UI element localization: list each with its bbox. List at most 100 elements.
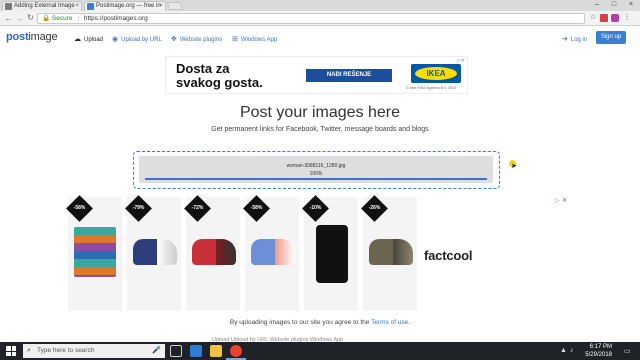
- ad-headline-line2: svakog gosta.: [176, 75, 263, 90]
- address-bar[interactable]: 🔒 Secure | https://postimages.org: [37, 13, 585, 24]
- ad-close-icon[interactable]: ✕: [562, 197, 567, 204]
- factcool-ad[interactable]: -58% -79% -72% -58% -10% -26%: [66, 195, 419, 311]
- browser-tab-strip: Adding External Image × Postimage.org — …: [0, 0, 640, 11]
- product-tile-red-sandals[interactable]: -72%: [184, 195, 242, 311]
- cloud-upload-icon: ☁: [74, 36, 81, 43]
- start-windows-icon[interactable]: [6, 346, 16, 356]
- adchoices-icon[interactable]: ▷: [555, 197, 560, 204]
- url-text: https://postimages.org: [83, 15, 148, 22]
- lock-icon: 🔒: [42, 15, 51, 22]
- back-arrow-icon[interactable]: ←: [4, 13, 13, 23]
- site-header: postimage ☁ Upload ◉ Upload by URL ✥ Websit…: [0, 27, 640, 49]
- discount-badge-text: -26%: [368, 205, 381, 211]
- close-tab-icon[interactable]: ×: [159, 2, 163, 11]
- ad-headline: Dosta za svakog gosta.: [176, 62, 263, 90]
- minimize-icon[interactable]: –: [590, 0, 604, 11]
- red-sandals-image: [192, 239, 236, 265]
- new-tab-button[interactable]: [166, 2, 184, 10]
- task-view-icon[interactable]: [170, 345, 182, 357]
- extension-icon[interactable]: [600, 14, 608, 22]
- nav-windows-app[interactable]: ⊞ Windows App: [232, 35, 277, 43]
- close-window-icon[interactable]: ×: [624, 0, 638, 11]
- globe-icon: ◉: [112, 36, 119, 43]
- tab-postimage[interactable]: Postimage.org — free in ×: [84, 1, 166, 11]
- product-tile-briefs-pack[interactable]: -58%: [66, 195, 124, 311]
- tab-title: Postimage.org — free in: [96, 3, 161, 9]
- product-tile-hiking-shoes[interactable]: -26%: [361, 195, 419, 311]
- microphone-icon[interactable]: 🎤: [152, 344, 161, 358]
- clock[interactable]: 6:17 PM 5/29/2018: [572, 342, 612, 360]
- ad-cta-button[interactable]: NAĐI REŠENJE: [306, 69, 392, 82]
- menu-kebab-icon[interactable]: ⋮: [623, 14, 631, 22]
- ikea-logo: IKEA: [411, 64, 461, 83]
- product-tile-running-shoes[interactable]: -58%: [243, 195, 301, 311]
- forward-arrow-icon[interactable]: →: [15, 13, 24, 23]
- ad-headline-line1: Dosta za: [176, 61, 230, 76]
- terms-of-use-link[interactable]: Terms of use: [371, 319, 408, 326]
- discount-badge-text: -79%: [132, 205, 145, 211]
- page-title: Post your images here: [239, 104, 401, 121]
- maximize-icon[interactable]: □: [607, 0, 621, 11]
- upload-percent: 100%: [309, 171, 323, 177]
- terms-prefix: By uploading images to our site you agre…: [229, 319, 370, 326]
- upload-dropzone[interactable]: woman-3088116_1280.jpg 100%: [133, 151, 500, 189]
- adchoices-icon[interactable]: ▷✕: [457, 58, 465, 64]
- ad-copyright: © Inter IKEA Systems B.V. 2018: [406, 86, 456, 90]
- ikea-ad-banner[interactable]: Dosta za svakog gosta. NAĐI REŠENJE IKEA…: [165, 56, 468, 94]
- discount-badge-text: -72%: [191, 205, 204, 211]
- page-subtitle: Get permanent links for Facebook, Twitte…: [211, 126, 429, 133]
- upload-item: woman-3088116_1280.jpg 100%: [139, 156, 493, 183]
- nav-upload-by-url[interactable]: ◉ Upload by URL: [112, 35, 162, 43]
- star-bookmark-icon[interactable]: ☆: [589, 14, 597, 22]
- upload-progress-bar: [145, 178, 487, 180]
- chrome-icon[interactable]: [230, 345, 242, 357]
- canvas-sneakers-image: [133, 239, 177, 265]
- nav-login-label: Log in: [570, 37, 588, 43]
- close-tab-icon[interactable]: ×: [75, 2, 79, 11]
- notifications-icon[interactable]: ▭: [624, 347, 631, 355]
- postimage-logo[interactable]: postimage: [6, 31, 58, 43]
- edge-icon[interactable]: [190, 345, 202, 357]
- terms-suffix: .: [408, 319, 411, 326]
- tab-adding-external-image[interactable]: Adding External Image ×: [2, 1, 82, 11]
- factcool-brand: factcool: [424, 248, 473, 263]
- upload-filename: woman-3088116_1280.jpg: [286, 163, 346, 169]
- product-tile-canvas-sneakers[interactable]: -79%: [125, 195, 183, 311]
- clock-time: 6:17 PM: [589, 344, 612, 350]
- tab-title: Adding External Image: [14, 3, 75, 9]
- discount-badge-text: -58%: [73, 205, 86, 211]
- tracksuit-image: [316, 225, 348, 283]
- nav-windows-app-label: Windows App: [240, 37, 278, 43]
- nav-login[interactable]: ➔ Log in: [562, 35, 587, 43]
- mouse-pointer-icon: ➤: [511, 163, 517, 170]
- network-icon[interactable]: ▲: [560, 347, 567, 354]
- login-icon: ➔: [562, 36, 568, 43]
- running-shoes-image: [251, 239, 295, 265]
- nav-upload-by-url-label: Upload by URL: [121, 37, 162, 43]
- briefs-pack-image: [74, 227, 116, 277]
- address-separator: |: [77, 15, 80, 22]
- nav-website-plugins[interactable]: ✥ Website plugins: [171, 35, 222, 43]
- windows-taskbar: ⌕ Type here to search 🎤 ▲ ♪ 6:17 PM 5/29…: [0, 342, 640, 360]
- ikea-logo-text: IKEA: [415, 67, 457, 80]
- discount-badge-text: -10%: [309, 205, 322, 211]
- discount-badge-text: -58%: [250, 205, 263, 211]
- upload-progress-fill: [145, 178, 487, 180]
- taskbar-search-placeholder: Type here to search: [37, 347, 95, 354]
- nav-upload[interactable]: ☁ Upload: [74, 35, 103, 43]
- file-explorer-icon[interactable]: [210, 345, 222, 357]
- windows-icon: ⊞: [232, 36, 238, 43]
- reload-icon[interactable]: ↻: [26, 13, 35, 23]
- terms-notice: By uploading images to our site you agre…: [0, 319, 640, 326]
- secure-label: Secure: [51, 15, 73, 22]
- postimage-favicon-icon: [87, 3, 94, 10]
- instagram-extension-icon[interactable]: [611, 14, 619, 22]
- product-tile-tracksuit[interactable]: -10%: [302, 195, 360, 311]
- logo-suffix: image: [28, 31, 58, 43]
- nav-website-plugins-label: Website plugins: [179, 37, 223, 43]
- taskbar-search[interactable]: ⌕ Type here to search 🎤: [23, 344, 165, 358]
- browser-toolbar: ← → ↻ 🔒 Secure | https://postimages.org …: [0, 11, 640, 26]
- signup-button[interactable]: Sign up: [596, 31, 626, 44]
- nav-upload-label: Upload: [84, 37, 104, 43]
- puzzle-icon: ✥: [171, 36, 177, 43]
